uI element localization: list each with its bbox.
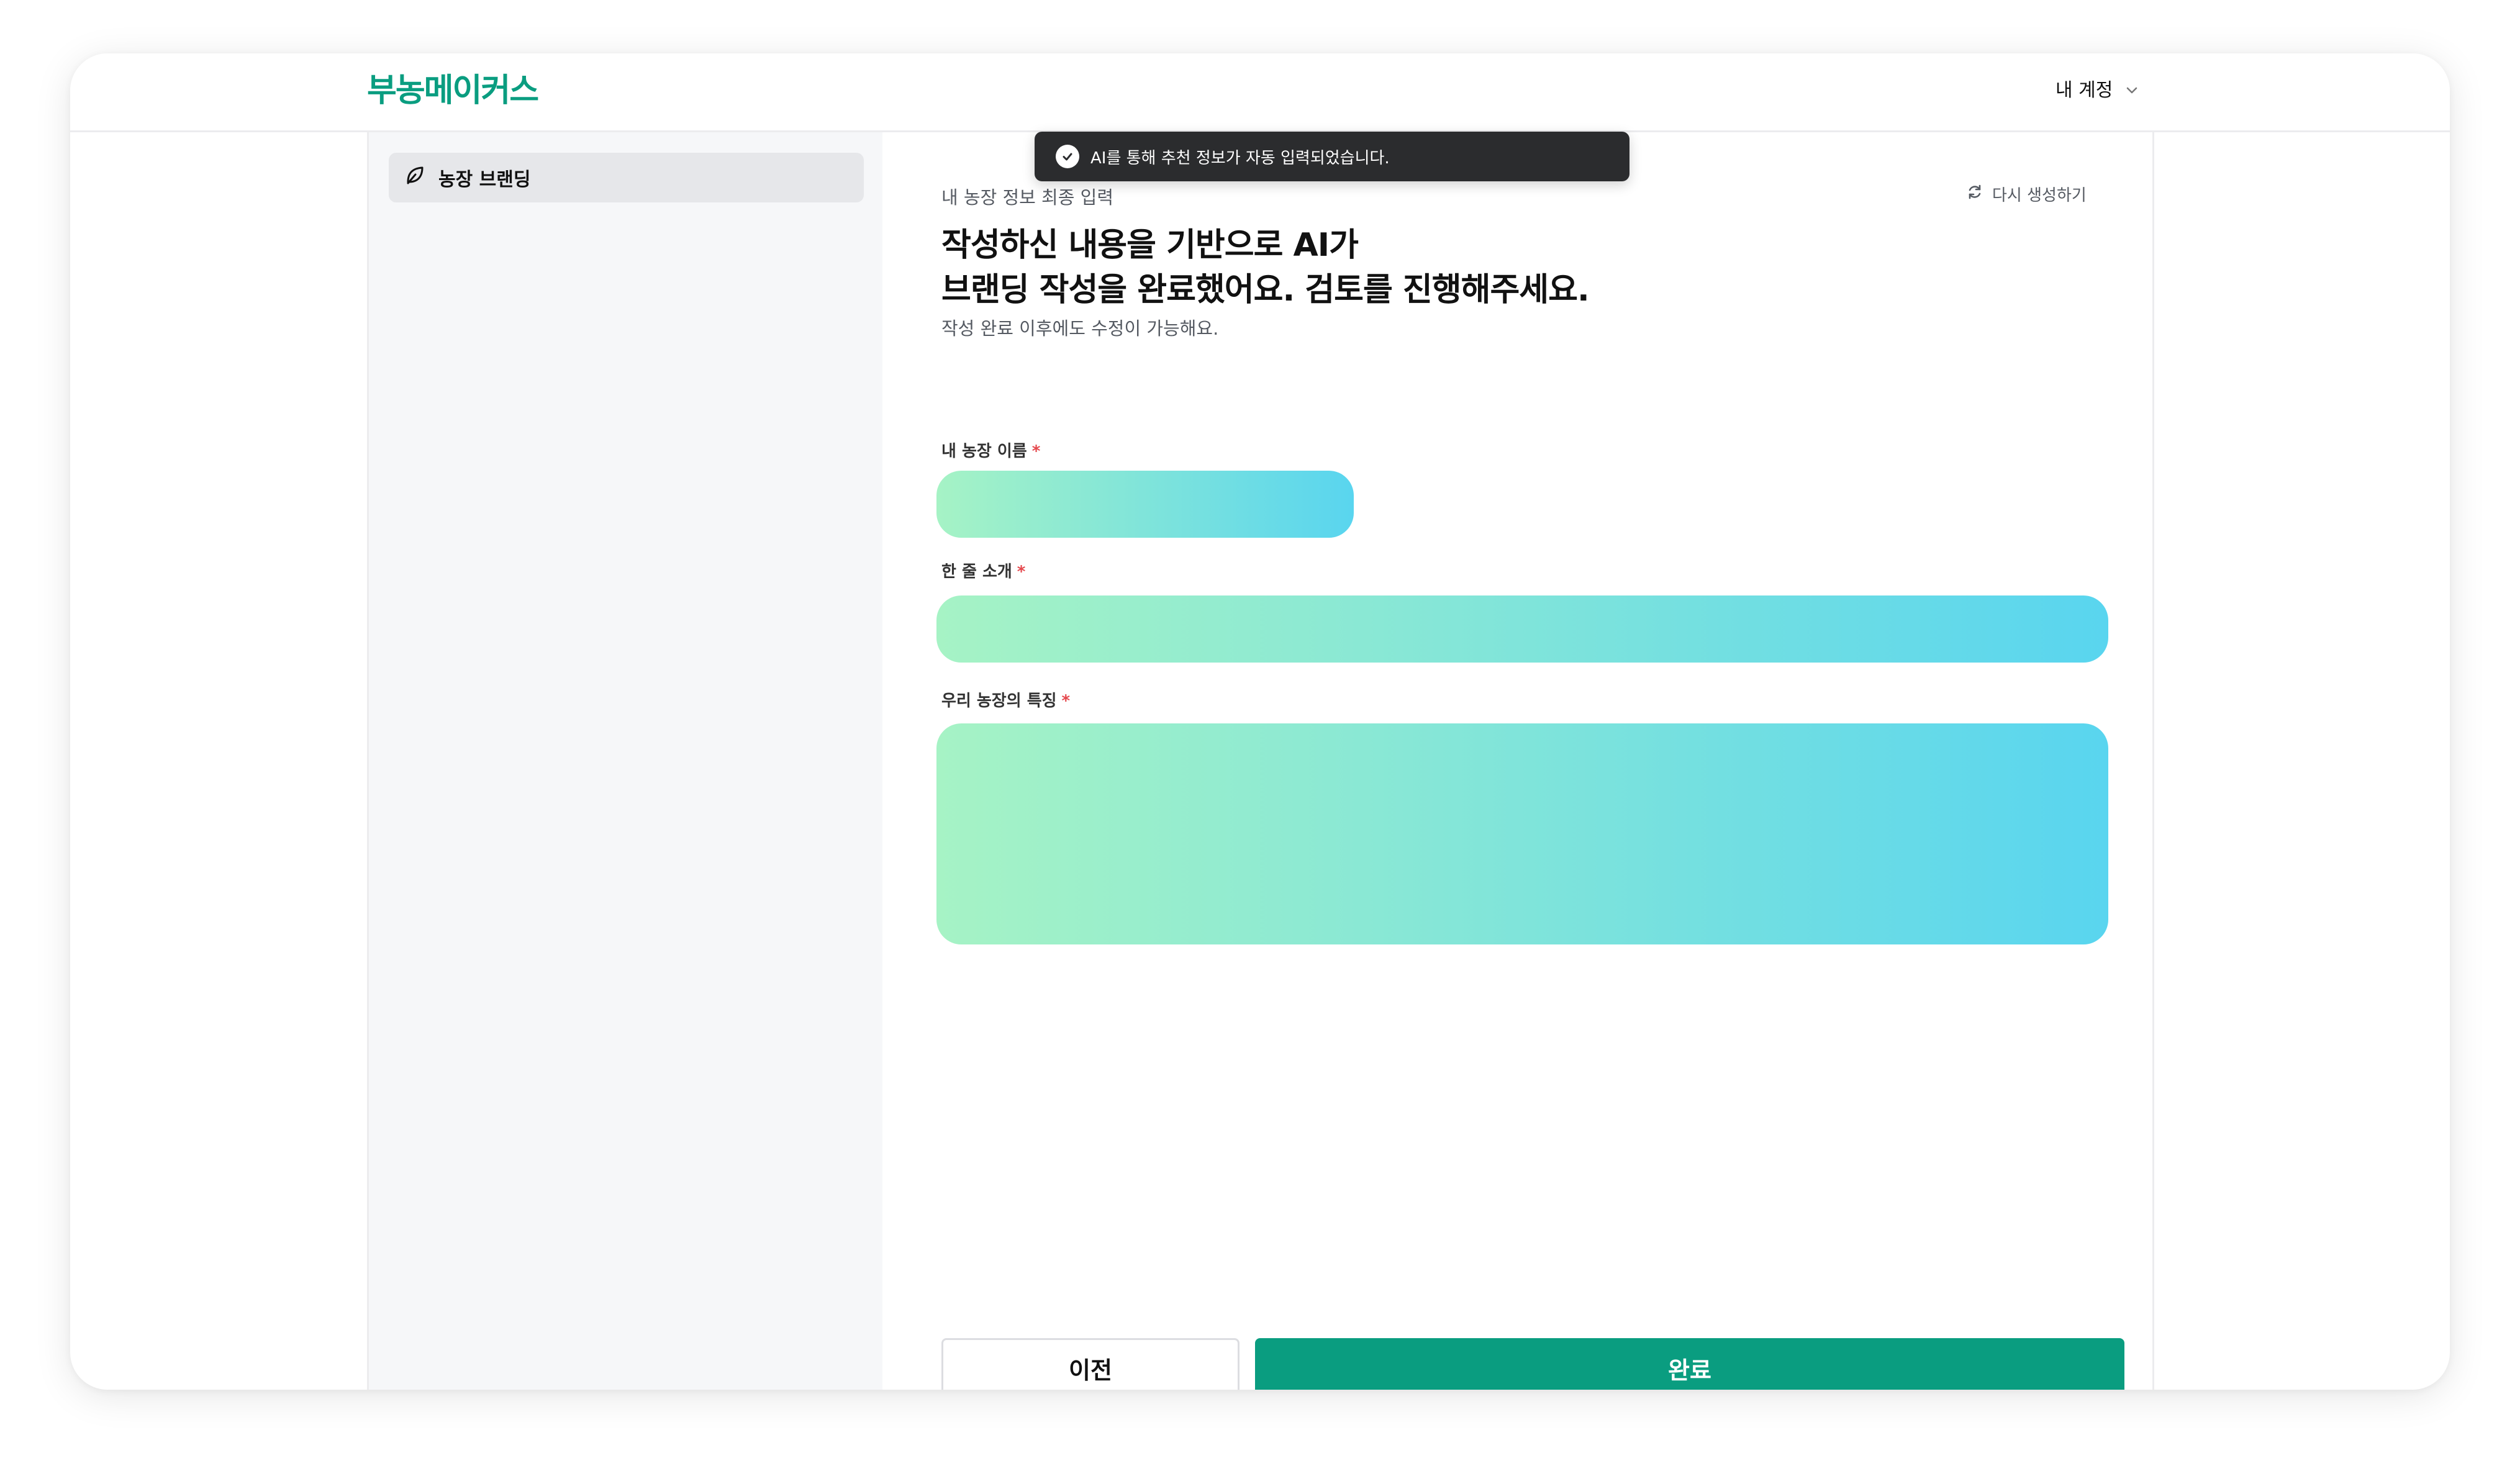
sidebar: 농장 브랜딩: [367, 132, 884, 1390]
page-title-line-1: 작성하신 내용을 기반으로 AI가: [941, 227, 1359, 264]
one-line-intro-label: 한 줄 소개 *: [941, 561, 1025, 583]
leaf-icon: [404, 164, 426, 191]
regenerate-label: 다시 생성하기: [1992, 186, 2087, 205]
toast-notification: AI를 통해 추천 정보가 자동 입력되었습니다.: [1035, 132, 1629, 181]
required-mark: *: [1061, 692, 1071, 710]
chevron-down-icon: [2126, 87, 2137, 94]
sidebar-item-label: 농장 브랜딩: [438, 169, 531, 191]
farm-name-label: 내 농장 이름 *: [941, 440, 1040, 463]
top-header: 부농메이커스 내 계정: [70, 53, 2450, 132]
required-mark: *: [1031, 442, 1041, 461]
complete-button[interactable]: 완료: [1255, 1338, 2124, 1390]
account-label: 내 계정: [2055, 79, 2113, 101]
sidebar-item-farm-branding[interactable]: 농장 브랜딩: [389, 153, 864, 202]
brand-logo[interactable]: 부농메이커스: [367, 71, 539, 111]
farm-name-input[interactable]: [936, 471, 1354, 538]
page-subtitle: 작성 완료 이후에도 수정이 가능해요.: [941, 318, 1219, 339]
page-title: 작성하신 내용을 기반으로 AI가 브랜딩 작성을 완료했어요. 검토를 진행해…: [941, 223, 1997, 312]
refresh-icon: [1966, 183, 1983, 208]
farm-features-label-text: 우리 농장의 특징: [941, 692, 1057, 710]
main-panel: 내 농장 정보 최종 입력 다시 생성하기 작성하신 내용을 기반으로 AI가 …: [882, 132, 2154, 1390]
one-line-intro-label-text: 한 줄 소개: [941, 563, 1012, 581]
page-title-line-2: 브랜딩 작성을 완료했어요. 검토를 진행해주세요.: [941, 271, 1590, 309]
one-line-intro-input[interactable]: [936, 595, 2108, 663]
check-circle-icon: [1056, 145, 1079, 168]
toast-message: AI를 통해 추천 정보가 자동 입력되었습니다.: [1090, 148, 1390, 168]
app-window: 부농메이커스 내 계정 농장 브랜딩 내 농장 정보 최종 입력 다시 생성하기…: [70, 53, 2450, 1390]
farm-features-label: 우리 농장의 특징 *: [941, 690, 1070, 712]
account-menu[interactable]: 내 계정: [2055, 77, 2137, 104]
farm-name-label-text: 내 농장 이름: [941, 442, 1027, 461]
required-mark: *: [1017, 563, 1026, 581]
farm-features-textarea[interactable]: [936, 723, 2108, 944]
section-eyebrow: 내 농장 정보 최종 입력: [941, 187, 1113, 208]
previous-button[interactable]: 이전: [941, 1338, 1240, 1390]
regenerate-button[interactable]: 다시 생성하기: [1966, 183, 2087, 208]
